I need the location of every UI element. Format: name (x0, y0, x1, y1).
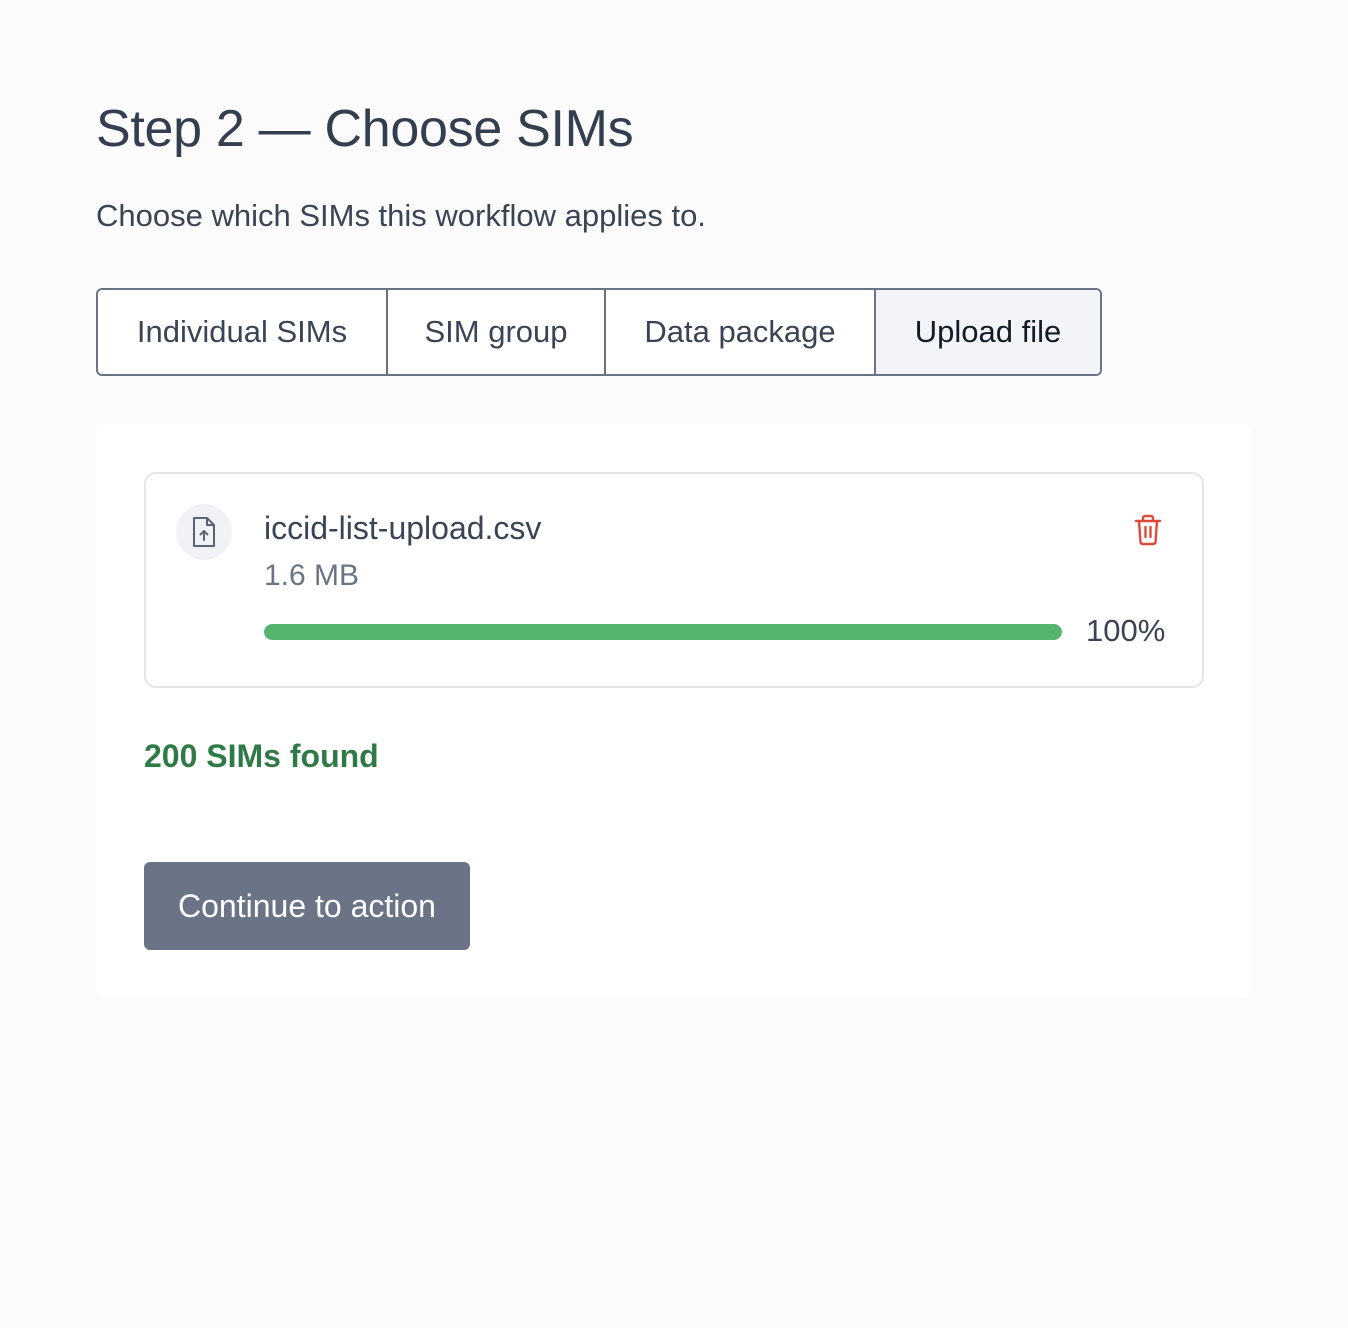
tab-upload-file[interactable]: Upload file (876, 290, 1100, 374)
tab-data-package[interactable]: Data package (606, 290, 876, 374)
upload-panel: iccid-list-upload.csv 1.6 MB 100% 200 SI… (96, 424, 1252, 998)
page: Step 2 — Choose SIMs Choose which SIMs t… (0, 0, 1348, 1328)
trash-icon (1134, 514, 1162, 546)
page-subtitle: Choose which SIMs this workflow applies … (96, 198, 706, 233)
tab-sim-group[interactable]: SIM group (388, 290, 606, 374)
page-title: Step 2 — Choose SIMs (96, 100, 634, 158)
delete-file-button[interactable] (1128, 510, 1168, 550)
sim-source-tabs: Individual SIMs SIM group Data package U… (96, 288, 1102, 376)
upload-progress-bar (264, 624, 1062, 640)
upload-progress-label: 100% (1086, 613, 1166, 648)
continue-to-action-button[interactable]: Continue to action (144, 862, 470, 950)
file-upload-icon (193, 517, 215, 547)
file-icon-container (176, 504, 232, 560)
file-size: 1.6 MB (264, 559, 360, 592)
sims-found-status: 200 SIMs found (144, 738, 379, 774)
file-name: iccid-list-upload.csv (264, 510, 542, 546)
uploaded-file-card: iccid-list-upload.csv 1.6 MB 100% (144, 472, 1204, 688)
tab-individual-sims[interactable]: Individual SIMs (98, 290, 388, 374)
upload-progress-fill (264, 624, 1062, 640)
